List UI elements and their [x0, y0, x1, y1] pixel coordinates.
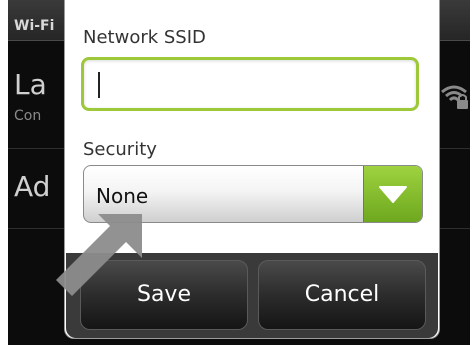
settings-header-title: Wi-Fi [14, 18, 55, 34]
ssid-input[interactable] [81, 57, 419, 111]
security-label: Security [83, 139, 157, 160]
text-caret [98, 72, 100, 98]
ssid-label: Network SSID [83, 27, 206, 48]
settings-screen: Wi-Fi La Con Ad Network SSID Security No… [8, 0, 470, 345]
network-row-title[interactable]: La [14, 68, 47, 101]
security-selected-value: None [96, 184, 149, 208]
chevron-down-icon [379, 186, 407, 203]
add-network-row-title[interactable]: Ad [14, 170, 50, 203]
network-row-subtitle: Con [14, 108, 42, 124]
dropdown-toggle[interactable] [363, 166, 422, 222]
wifi-secured-icon [441, 85, 468, 109]
pointer-arrow-icon [56, 214, 142, 296]
cancel-button[interactable]: Cancel [258, 260, 426, 330]
